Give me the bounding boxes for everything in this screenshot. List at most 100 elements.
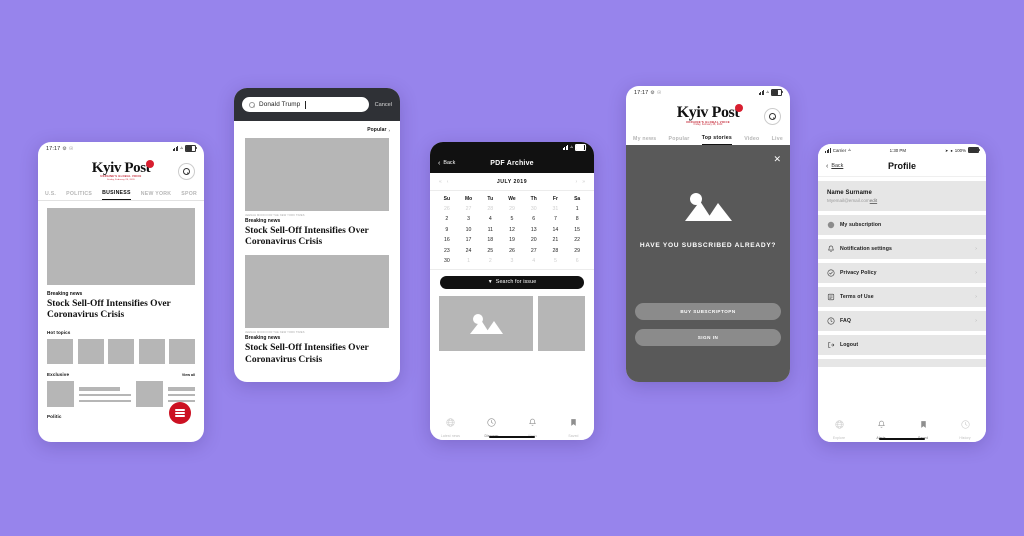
issue-thumb-row[interactable] xyxy=(430,289,594,351)
sort-control[interactable]: Popular › xyxy=(234,121,400,133)
tab-video[interactable]: Video xyxy=(744,136,759,145)
calendar-day[interactable]: 5 xyxy=(545,258,567,264)
calendar-day[interactable]: 24 xyxy=(458,248,480,254)
calendar-day[interactable]: 29 xyxy=(501,206,523,212)
calendar-day[interactable]: 27 xyxy=(458,206,480,212)
calendar-day[interactable]: 31 xyxy=(545,206,567,212)
calendar-day[interactable]: 22 xyxy=(566,237,588,243)
calendar-day[interactable]: 6 xyxy=(566,258,588,264)
issue-thumb[interactable] xyxy=(538,295,585,351)
signal-icon xyxy=(825,147,831,153)
calendar-day[interactable]: 20 xyxy=(523,237,545,243)
tab-politics[interactable]: POLITICS xyxy=(66,191,92,200)
prev-year-button[interactable]: « xyxy=(439,179,442,185)
edit-link[interactable]: edit xyxy=(870,198,877,203)
search-button[interactable] xyxy=(178,163,195,180)
calendar-day[interactable]: 29 xyxy=(566,248,588,254)
tab-discover[interactable]: Discover xyxy=(472,414,511,438)
calendar-day[interactable]: 2 xyxy=(479,258,501,264)
tab-popular[interactable]: Popular xyxy=(669,136,690,145)
menu-item-privacy-policy[interactable]: Privacy Policy › xyxy=(818,263,986,283)
hot-topic-card[interactable] xyxy=(169,339,195,365)
search-for-issue-button[interactable]: ▼ Search for issue xyxy=(440,275,584,289)
calendar-day[interactable]: 9 xyxy=(436,227,458,233)
next-year-button[interactable]: » xyxy=(582,179,585,185)
list-item[interactable] xyxy=(47,381,131,408)
calendar-day[interactable]: 23 xyxy=(436,248,458,254)
prev-month-button[interactable]: ‹ xyxy=(447,179,449,185)
calendar-day[interactable]: 4 xyxy=(523,258,545,264)
tab-my-news[interactable]: My news xyxy=(633,136,656,145)
hot-topics-row[interactable] xyxy=(47,339,195,365)
calendar-day[interactable]: 26 xyxy=(501,248,523,254)
calendar-day[interactable]: 1 xyxy=(458,258,480,264)
calendar-day[interactable]: 16 xyxy=(436,237,458,243)
menu-item-faq[interactable]: FAQ › xyxy=(818,311,986,331)
section-tabs[interactable]: My news Popular Top stories Video Live xyxy=(626,132,790,146)
calendar-day[interactable]: 26 xyxy=(436,206,458,212)
hot-topic-card[interactable] xyxy=(138,339,165,365)
hot-topic-card[interactable] xyxy=(108,339,134,365)
issue-thumb[interactable] xyxy=(439,295,533,351)
status-bar: ▵ xyxy=(430,142,594,153)
calendar-day[interactable]: 30 xyxy=(436,258,458,264)
hot-topic-card[interactable] xyxy=(77,339,104,365)
calendar-day[interactable]: 10 xyxy=(458,227,480,233)
calendar-day[interactable]: 30 xyxy=(523,206,545,212)
calendar-day[interactable]: 7 xyxy=(545,216,567,222)
calendar-day[interactable]: 28 xyxy=(545,248,567,254)
tab-saved[interactable]: Saved xyxy=(903,416,943,440)
tab-explore[interactable]: Explore xyxy=(819,416,859,440)
close-icon[interactable]: ✕ xyxy=(773,155,781,164)
calendar-day[interactable]: 17 xyxy=(458,237,480,243)
menu-item-logout[interactable]: Logout xyxy=(818,335,986,355)
menu-fab-button[interactable] xyxy=(169,402,191,424)
calendar-day[interactable]: 3 xyxy=(458,216,480,222)
calendar-day[interactable]: 3 xyxy=(501,258,523,264)
calendar-day[interactable]: 6 xyxy=(523,216,545,222)
calendar-day[interactable]: 4 xyxy=(479,216,501,222)
tab-alerts[interactable]: Alerts xyxy=(513,414,552,438)
tab-saved[interactable]: Saved xyxy=(554,414,593,438)
calendar-day[interactable]: 1 xyxy=(566,206,588,212)
hero-article[interactable]: Breaking news Stock Sell-Off Intensifies… xyxy=(38,201,204,321)
search-input[interactable]: Donald Trump xyxy=(242,97,369,112)
tab-alerts[interactable]: Alerts xyxy=(861,416,901,440)
calendar-day[interactable]: 21 xyxy=(545,237,567,243)
cancel-button[interactable]: Cancel xyxy=(375,102,392,108)
tab-history[interactable]: History xyxy=(945,416,985,440)
category-tabs[interactable]: U.S. POLITICS BUSINESS NEW YORK SPOR xyxy=(38,187,204,201)
calendar-grid[interactable]: 26 27 28 29 30 31 1 2 3 4 5 6 7 8 9 10 11 12 13 14 15 16 17 18 1… xyxy=(430,204,594,269)
view-all-link[interactable]: View all xyxy=(182,373,195,377)
calendar-day[interactable]: 28 xyxy=(479,206,501,212)
tab-new-york[interactable]: NEW YORK xyxy=(141,191,171,200)
menu-item-notification-settings[interactable]: Notification settings › xyxy=(818,239,986,259)
sign-in-button[interactable]: SIGN IN xyxy=(635,329,781,346)
buy-subscription-button[interactable]: BUY SUBSCRIPTOPN xyxy=(635,303,781,320)
tab-live[interactable]: Live xyxy=(772,136,783,145)
menu-item-terms-of-use[interactable]: Terms of Use › xyxy=(818,287,986,307)
calendar-day[interactable]: 14 xyxy=(545,227,567,233)
calendar-day[interactable]: 5 xyxy=(501,216,523,222)
tab-top-stories[interactable]: Top stories xyxy=(701,135,733,145)
hot-topic-card[interactable] xyxy=(47,339,73,365)
calendar-day[interactable]: 11 xyxy=(479,227,501,233)
calendar-day[interactable]: 8 xyxy=(566,216,588,222)
search-result-item[interactable]: JEENAH MOON FOR THE NEW YORK TIMES Break… xyxy=(234,133,400,248)
calendar-day[interactable]: 19 xyxy=(501,237,523,243)
search-button[interactable] xyxy=(764,108,781,125)
tab-us[interactable]: U.S. xyxy=(45,191,56,200)
tab-sports[interactable]: SPOR xyxy=(181,191,197,200)
calendar-day[interactable]: 12 xyxy=(501,227,523,233)
calendar-day[interactable]: 25 xyxy=(479,248,501,254)
calendar-day[interactable]: 18 xyxy=(479,237,501,243)
tab-latest-news[interactable]: Latest news xyxy=(431,414,470,438)
calendar-day[interactable]: 27 xyxy=(523,248,545,254)
calendar-day[interactable]: 2 xyxy=(436,216,458,222)
next-month-button[interactable]: › xyxy=(576,179,578,185)
menu-item-my-subscription[interactable]: My subscription xyxy=(818,215,986,235)
tab-business[interactable]: BUSINESS xyxy=(102,190,131,200)
calendar-day[interactable]: 13 xyxy=(523,227,545,233)
search-result-item[interactable]: JEENAH MOON FOR THE NEW YORK TIMES Break… xyxy=(234,248,400,365)
calendar-day[interactable]: 15 xyxy=(566,227,588,233)
